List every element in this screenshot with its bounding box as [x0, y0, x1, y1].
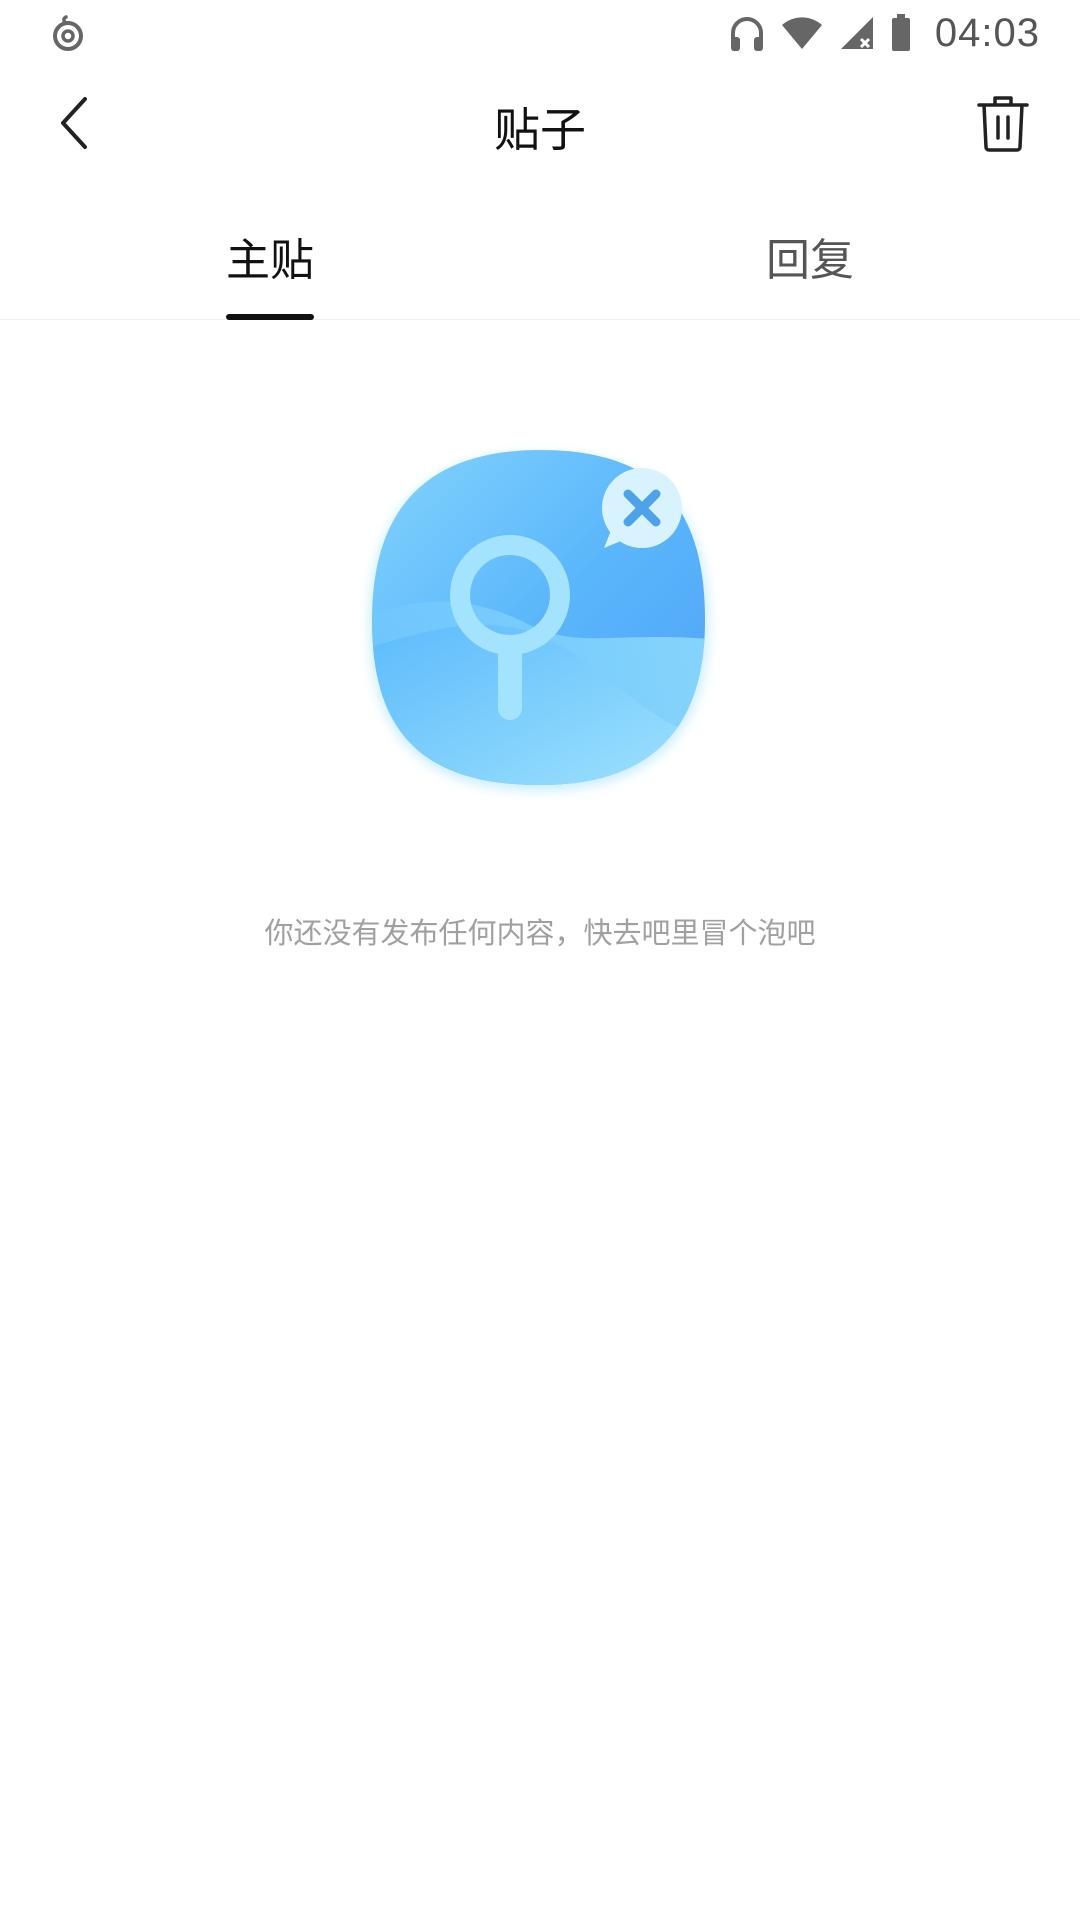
trash-icon: [977, 96, 1029, 152]
tab-main-posts[interactable]: 主贴: [140, 224, 400, 288]
cellular-no-signal-icon: [840, 17, 873, 49]
battery-icon: [891, 14, 910, 51]
empty-state-message: 你还没有发布任何内容，快去吧里冒个泡吧: [264, 916, 816, 950]
active-tab-indicator: [226, 314, 314, 320]
status-time: 04:03: [934, 10, 1040, 55]
wifi-icon: [781, 17, 822, 49]
status-bar: 04:03: [0, 0, 1080, 66]
title-bar: 贴子: [0, 66, 1080, 186]
app-notification-icon: [53, 15, 83, 51]
delete-button[interactable]: [968, 88, 1038, 158]
search-no-result-icon: [370, 450, 708, 790]
tab-replies[interactable]: 回复: [680, 224, 940, 288]
tab-bar: 主贴 回复: [0, 186, 1080, 320]
headphones-icon: [730, 17, 763, 51]
page-title: 贴子: [494, 103, 586, 157]
